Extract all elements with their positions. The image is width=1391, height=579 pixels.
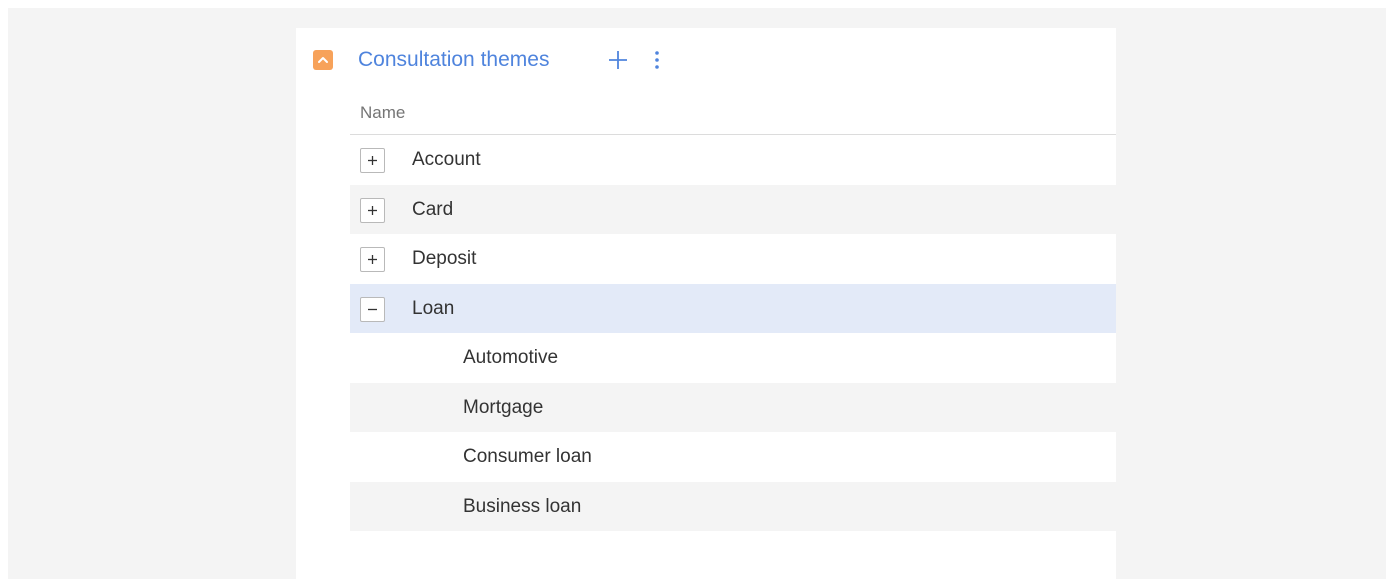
column-header-name[interactable]: Name <box>350 90 1116 135</box>
detail-header: Consultation themes <box>296 28 1116 90</box>
row-label: Account <box>412 149 481 170</box>
plus-icon <box>368 156 377 165</box>
collapse-button[interactable] <box>360 296 385 322</box>
themes-grid: Name Account Card Deposit Loan Automotiv… <box>350 90 1116 531</box>
expand-button[interactable] <box>360 247 385 272</box>
vertical-dots-icon <box>655 51 659 69</box>
row-label: Automotive <box>463 347 559 368</box>
plus-icon <box>368 205 377 215</box>
detail-title[interactable]: Consultation themes <box>358 47 549 73</box>
row-label: Consumer loan <box>463 446 592 467</box>
plus-icon <box>609 51 627 69</box>
row-label: Card <box>412 198 454 220</box>
grid-row-mortgage[interactable]: Mortgage <box>350 382 1116 432</box>
row-label: Business loan <box>463 495 582 517</box>
expand-button[interactable] <box>360 148 385 173</box>
more-actions-button[interactable] <box>651 48 663 72</box>
grid-row-deposit[interactable]: Deposit <box>350 234 1116 284</box>
expand-button[interactable] <box>360 197 385 223</box>
plus-icon <box>368 255 377 264</box>
column-header-label: Name <box>360 103 406 122</box>
add-record-button[interactable] <box>606 48 630 72</box>
minus-icon <box>368 308 377 310</box>
grid-row-consumer-loan[interactable]: Consumer loan <box>350 432 1116 482</box>
grid-row-automotive[interactable]: Automotive <box>350 333 1116 383</box>
page-background: Consultation themes Name Account Card De… <box>8 8 1386 579</box>
detail-card: Consultation themes Name Account Card De… <box>296 28 1116 579</box>
collapse-detail-button[interactable] <box>313 50 333 70</box>
grid-row-loan[interactable]: Loan <box>350 283 1116 333</box>
row-label: Deposit <box>412 248 477 269</box>
chevron-up-icon <box>318 57 328 63</box>
grid-row-account[interactable]: Account <box>350 135 1116 185</box>
grid-row-card[interactable]: Card <box>350 184 1116 234</box>
grid-row-business-loan[interactable]: Business loan <box>350 481 1116 531</box>
row-label: Loan <box>412 297 455 319</box>
row-label: Mortgage <box>463 396 544 418</box>
